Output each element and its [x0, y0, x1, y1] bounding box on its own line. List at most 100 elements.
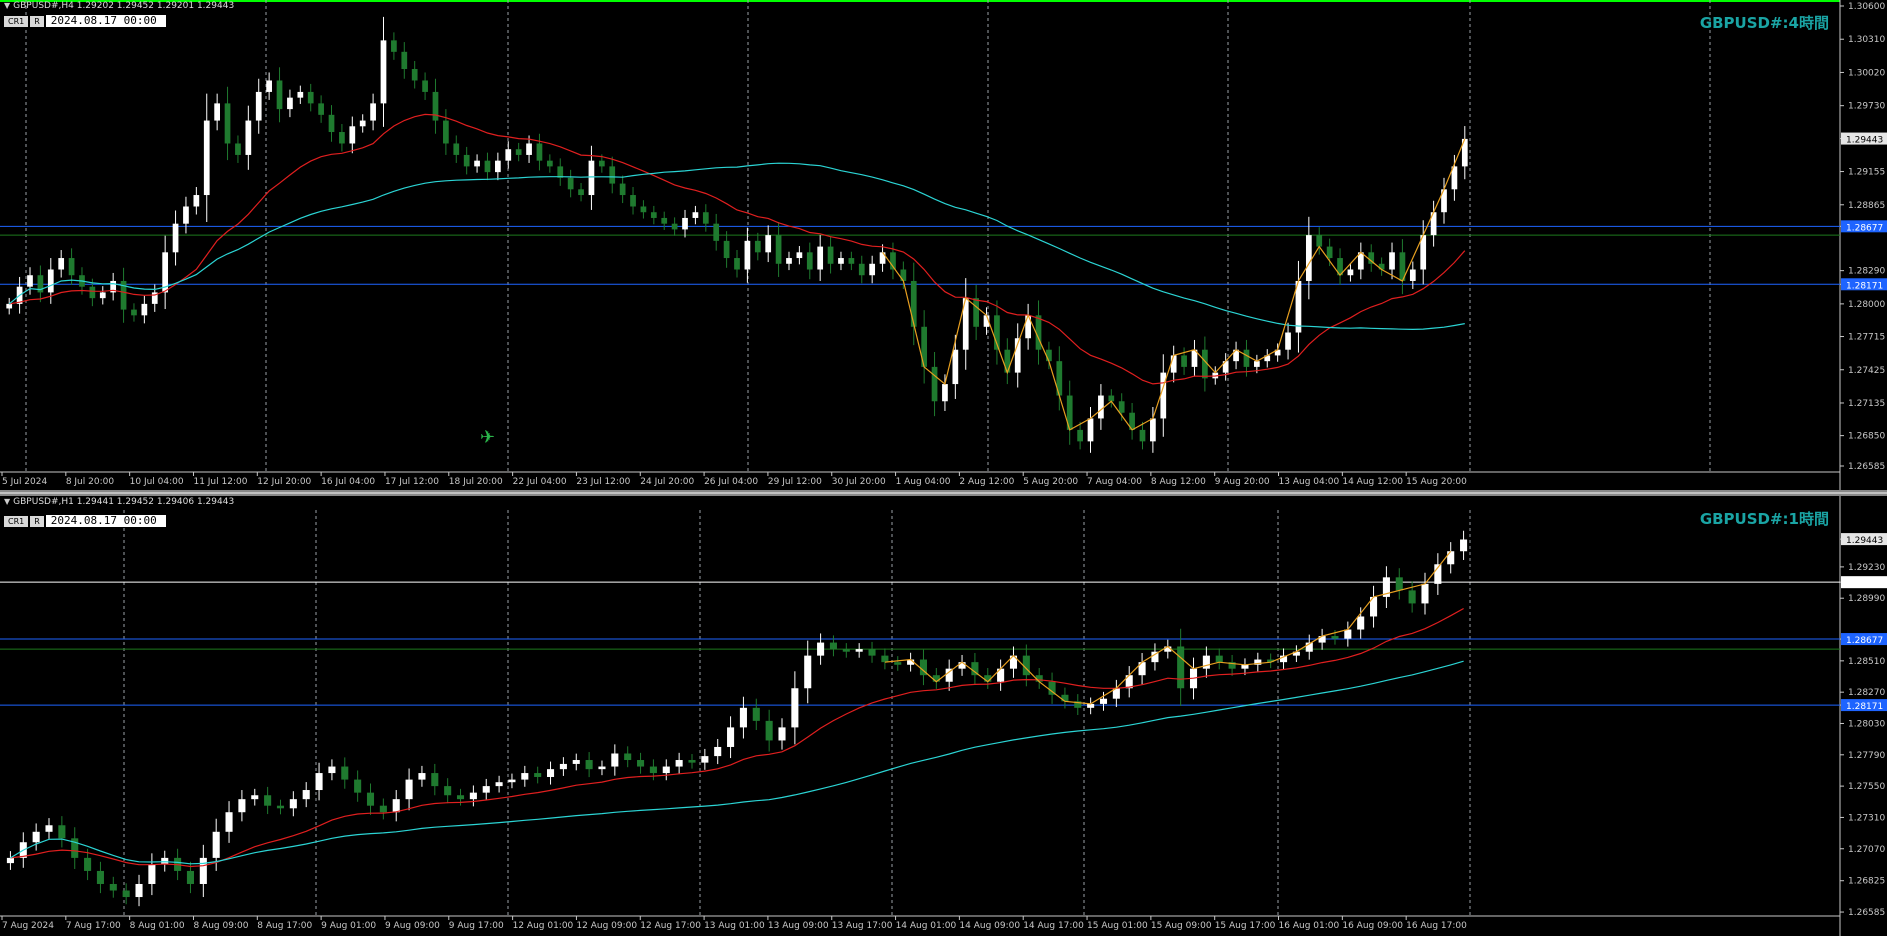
h1-chart-pane[interactable]: 1.29443 1.29230 1.29113 1.28990 1.28677 1.285… [0, 496, 1887, 936]
candle-body [27, 275, 33, 287]
price-label: 1.28171 [1846, 702, 1883, 712]
candle-body [701, 756, 709, 763]
candle-body [1139, 429, 1146, 442]
time-label: 13 Aug 04:00 [1279, 477, 1340, 487]
candle-body [682, 217, 688, 230]
candle-body [881, 655, 889, 663]
candle-body [58, 258, 65, 270]
candle-body [380, 40, 387, 104]
candle-body [546, 160, 553, 167]
price-label: 1.29155 [1848, 168, 1885, 178]
candle-body [662, 766, 670, 774]
candle-body [661, 217, 668, 224]
h1-date-input[interactable]: 2024.08.17 00:00 [45, 515, 166, 527]
price-label: 1.27425 [1848, 366, 1885, 376]
candle-body [203, 120, 210, 196]
time-label: 7 Aug 2024 [2, 921, 54, 931]
time-label: 14 Aug 01:00 [896, 921, 957, 931]
candle-body [354, 779, 362, 793]
candle-body [775, 235, 782, 264]
candle-body [829, 642, 837, 650]
candle-body [328, 766, 336, 774]
candle-body [931, 366, 938, 402]
candle-body [264, 795, 272, 806]
time-label: 14 Aug 17:00 [1023, 921, 1084, 931]
time-label: 13 Aug 09:00 [768, 921, 829, 931]
candle-body [868, 649, 876, 656]
h4-big-label: GBPUSD#:4時間 [1699, 14, 1829, 32]
candle-body [827, 246, 834, 264]
candle-body [585, 760, 593, 770]
h4-chart-svg[interactable]: 1.30600 1.30310 1.30020 1.29730 1.29443 1.291… [0, 0, 1887, 490]
candle-body [193, 195, 200, 207]
candle-body [526, 143, 532, 155]
candle-body [495, 782, 503, 787]
candle-body [958, 662, 966, 669]
time-label: 23 Jul 12:00 [576, 477, 630, 487]
price-label: 1.29443 [1846, 536, 1883, 546]
candle-body [89, 286, 96, 299]
candle-body [1098, 395, 1104, 419]
candle-body [739, 707, 747, 728]
candle-body [6, 303, 13, 309]
time-label: 15 Aug 20:00 [1406, 477, 1467, 487]
time-label: 16 Aug 17:00 [1406, 921, 1467, 931]
candle-body [307, 91, 314, 104]
candle-body [315, 773, 323, 791]
candle-body [418, 773, 426, 780]
h4-r-button[interactable]: R [30, 15, 44, 27]
ma-cyan-line [8, 162, 1465, 331]
h4-date-input[interactable]: 2024.08.17 00:00 [45, 15, 166, 27]
candle-body [817, 246, 824, 270]
candle-body [649, 766, 657, 774]
candle-body [640, 206, 647, 213]
candle-body [894, 662, 902, 665]
h1-button-row: CR1 R 2024.08.17 00:00 [4, 515, 166, 527]
candle-body [848, 258, 855, 264]
price-label: 1.26585 [1848, 908, 1885, 918]
candle-body [341, 766, 349, 780]
candle-body [973, 298, 979, 327]
candle-body [225, 812, 233, 832]
candle-body [630, 195, 636, 207]
time-label: 16 Aug 01:00 [1279, 921, 1340, 931]
candle-body [1408, 590, 1416, 604]
candle-body [443, 120, 449, 144]
candle-body [289, 799, 297, 809]
candle-body [411, 69, 418, 81]
candle-body [32, 831, 40, 843]
candle-body [505, 149, 512, 161]
price-label: 1.30600 [1848, 2, 1885, 12]
h1-r-button[interactable]: R [30, 515, 44, 527]
h4-cr1-button[interactable]: CR1 [4, 15, 29, 27]
h4-chart-pane[interactable]: 1.30600 1.30310 1.30020 1.29730 1.29443 1.291… [0, 0, 1887, 490]
collapse-triangle-icon[interactable]: ▼ [4, 497, 10, 506]
candle-body [172, 223, 179, 253]
price-label: 1.27310 [1848, 813, 1885, 823]
candle-body [932, 675, 940, 682]
candle-body [817, 642, 825, 656]
time-label: 8 Jul 20:00 [66, 477, 115, 487]
time-label: 17 Jul 12:00 [385, 477, 439, 487]
candle-body [619, 183, 626, 196]
candle-body [391, 40, 397, 52]
price-label: 1.28270 [1848, 688, 1885, 698]
candle-body [688, 760, 696, 763]
candle-body [650, 212, 657, 218]
candle-body [838, 258, 844, 264]
candle-body [266, 80, 272, 92]
candle-body [842, 649, 850, 652]
price-label: 1.28030 [1848, 719, 1885, 729]
time-label: 14 Aug 09:00 [959, 921, 1020, 931]
candle-body [148, 864, 156, 884]
collapse-triangle-icon[interactable]: ▼ [4, 1, 10, 10]
candle-body [68, 258, 75, 276]
h1-cr1-button[interactable]: CR1 [4, 515, 29, 527]
candle-body [456, 795, 465, 800]
candle-body [806, 252, 813, 270]
candle-body [1305, 235, 1312, 281]
h1-chart-svg[interactable]: 1.29443 1.29230 1.29113 1.28990 1.28677 1.285… [0, 496, 1887, 936]
h4-header-text: GBPUSD#,H4 1.29202 1.29452 1.29201 1.294… [13, 1, 235, 11]
price-label: 1.26850 [1848, 432, 1885, 442]
time-label: 7 Aug 04:00 [1087, 477, 1142, 487]
